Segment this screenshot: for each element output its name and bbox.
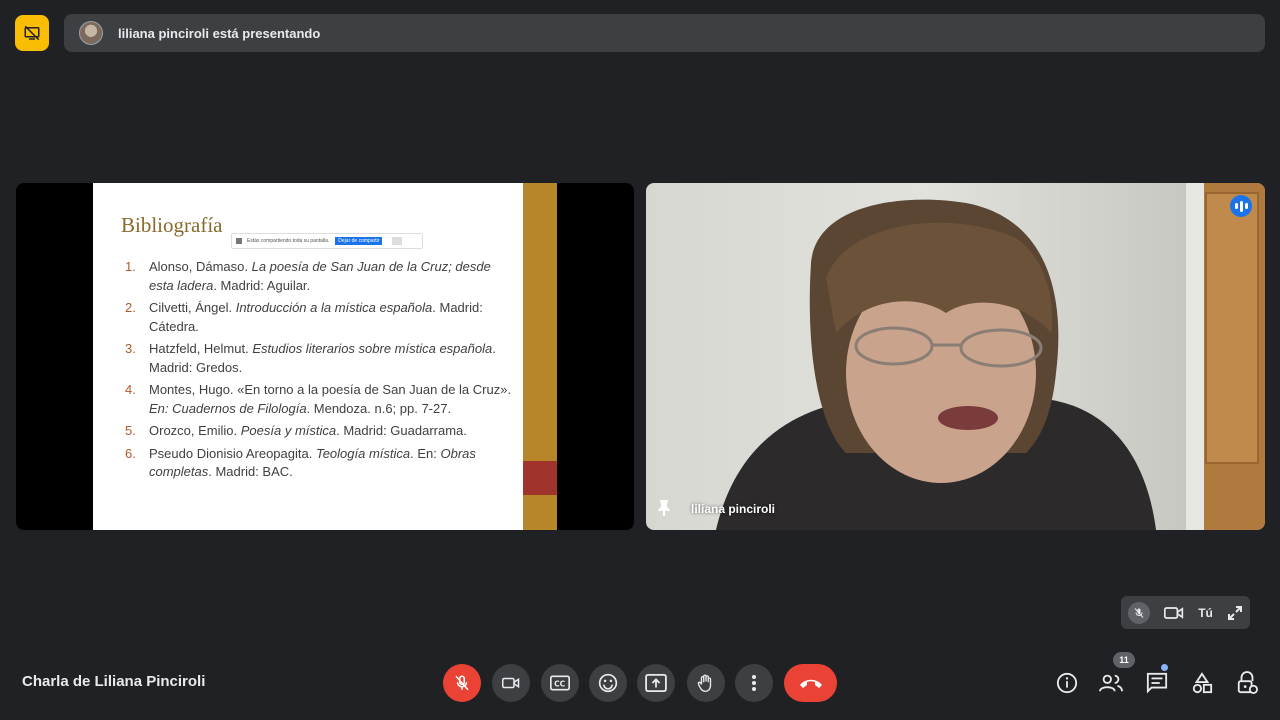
bibliography-item-text: . Mendoza. n.6; pp. 7-27. — [306, 400, 452, 416]
bibliography-item-text: Alonso, Dámaso. — [149, 259, 252, 274]
bibliography-item-number: 5. — [125, 423, 136, 438]
slide: Bibliografía Estás compartiendo toda su … — [93, 183, 523, 530]
participant-video — [716, 183, 1265, 530]
bibliography-item-text: Teología mística — [315, 445, 411, 461]
stop-presenting-icon — [24, 25, 40, 41]
chat-icon — [1146, 672, 1168, 694]
bibliography-item: 5. Orozco, Emilio. Poesía y mística. Madr… — [125, 422, 515, 441]
activities-icon — [1192, 672, 1213, 694]
bibliography-item: 2. Cilvetti, Ángel. Introducción a la mís… — [125, 299, 515, 336]
bibliography-item-text: Montes, Hugo. «En torno a la poesía de S… — [149, 382, 512, 397]
bibliography-item-text: En: Cuadernos de Filología — [149, 400, 307, 416]
bibliography-item-number: 6. — [125, 445, 136, 461]
bibliography-item-text: Cilvetti, Ángel. — [149, 300, 236, 315]
more-options-icon — [752, 675, 756, 691]
bibliography-item-text: Hatzfeld, Helmut. — [149, 341, 253, 356]
bibliography-item-text: . En: — [410, 445, 441, 461]
raise-hand-icon — [697, 674, 712, 692]
self-mic-off-icon — [1128, 601, 1151, 624]
participant-video-tile[interactable]: liliana pinciroli — [646, 183, 1265, 530]
camera-icon — [502, 677, 520, 689]
presenter-avatar — [79, 21, 103, 45]
bibliography-item-number: 1. — [125, 259, 136, 274]
speaking-indicator — [1230, 195, 1252, 217]
participant-name: liliana pinciroli — [691, 502, 776, 516]
participant-count-badge: 11 — [1113, 652, 1135, 668]
stop-presenting-button[interactable] — [15, 15, 49, 51]
chat-unread-dot — [1161, 664, 1168, 671]
bibliography-item-text: . Madrid: BAC. — [208, 464, 293, 479]
self-view-controls[interactable]: Tú — [1121, 596, 1250, 629]
svg-text:CC: CC — [554, 679, 566, 688]
raise-hand-button[interactable] — [687, 664, 725, 702]
bibliography-item: 1. Alonso, Dámaso. La poesía de San Juan … — [125, 258, 515, 295]
captions-icon: CC — [550, 675, 570, 691]
present-now-button[interactable] — [637, 664, 675, 702]
bibliography-item-text: Pseudo Dionisio Areopagita. — [149, 445, 316, 461]
people-icon — [1099, 674, 1123, 692]
bibliography-list: 1. Alonso, Dámaso. La poesía de San Juan … — [125, 258, 515, 486]
screen-share-notice: Estás compartiendo toda su pantalla. Dej… — [231, 233, 423, 249]
bibliography-item: 3. Hatzfeld, Helmut. Estudios literarios … — [125, 340, 515, 377]
slide-accent-block — [523, 461, 557, 495]
presentation-tile[interactable]: Bibliografía Estás compartiendo toda su … — [16, 183, 634, 530]
bibliography-item-number: 4. — [125, 382, 136, 397]
host-controls-icon — [1237, 671, 1258, 695]
bibliography-item: 6. Pseudo Dionisio Areopagita. Teología m… — [125, 445, 515, 482]
bibliography-item-text: Introducción a la mística española — [235, 300, 433, 315]
bibliography-item-number: 2. — [125, 300, 136, 315]
meeting-title: Charla de Liliana Pinciroli — [22, 673, 206, 690]
bibliography-item-text: . Madrid: Aguilar. — [213, 277, 311, 293]
share-notice-icon — [236, 238, 242, 244]
meeting-details-button[interactable] — [1052, 668, 1082, 698]
hide-share-notice-button[interactable] — [392, 237, 403, 245]
stop-sharing-button[interactable]: Dejar de compartir — [335, 237, 383, 245]
self-label: Tú — [1198, 605, 1213, 620]
host-controls-button[interactable] — [1232, 668, 1262, 698]
activities-button[interactable] — [1187, 668, 1217, 698]
info-icon — [1056, 672, 1078, 694]
emoji-icon — [598, 673, 618, 693]
bibliography-item-text: Estudios literarios sobre mística españo… — [252, 341, 493, 356]
bibliography-item: 4. Montes, Hugo. «En torno a la poesía de… — [125, 381, 515, 418]
chat-button[interactable] — [1142, 668, 1172, 698]
presenting-text: liliana pinciroli está presentando — [118, 25, 321, 41]
captions-button[interactable]: CC — [541, 664, 579, 702]
bibliography-item-text: Orozco, Emilio. — [149, 423, 241, 438]
pin-icon[interactable] — [656, 499, 672, 517]
mic-off-icon — [455, 675, 469, 691]
people-button[interactable] — [1096, 668, 1126, 698]
bibliography-item-text: . Madrid: Guadarrama. — [336, 423, 467, 438]
mic-toggle-button[interactable] — [443, 664, 481, 702]
bibliography-item-number: 3. — [125, 341, 136, 356]
presenting-banner: liliana pinciroli está presentando — [64, 14, 1265, 52]
hang-up-icon — [799, 679, 822, 688]
bibliography-item-text: Poesía y mística — [240, 423, 337, 438]
more-options-button[interactable] — [735, 664, 773, 702]
reactions-button[interactable] — [589, 664, 627, 702]
expand-icon[interactable] — [1227, 605, 1243, 621]
self-camera-icon — [1164, 606, 1184, 619]
slide-title: Bibliografía — [121, 213, 223, 237]
camera-toggle-button[interactable] — [492, 664, 530, 702]
leave-call-button[interactable] — [784, 664, 837, 702]
share-notice-text: Estás compartiendo toda su pantalla. — [247, 238, 330, 244]
present-icon — [645, 674, 667, 692]
